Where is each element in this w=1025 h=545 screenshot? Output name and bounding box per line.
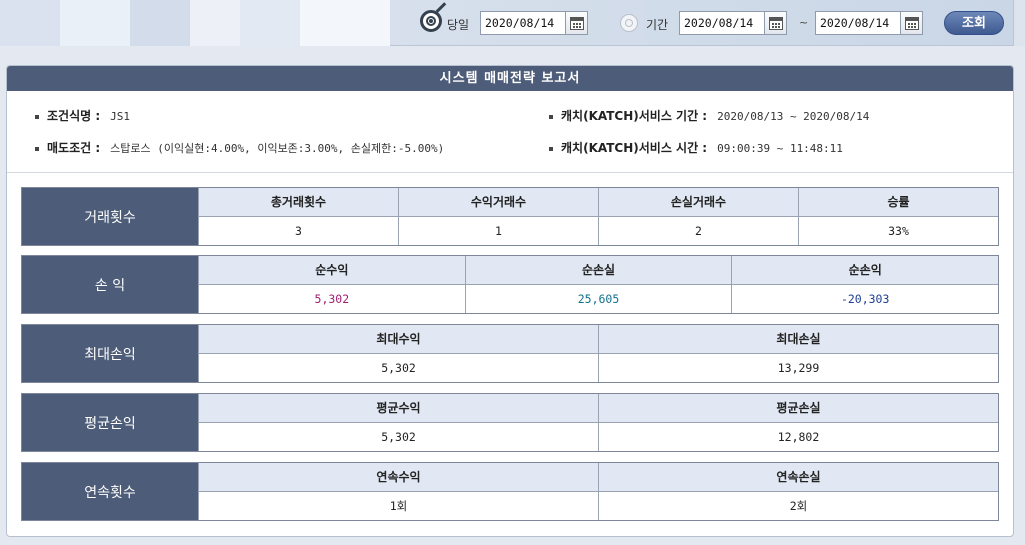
table-cell: 5,302 bbox=[198, 285, 465, 313]
table-cell: 1회 bbox=[198, 492, 598, 520]
column-header: 평균손실 bbox=[598, 394, 998, 422]
column-header: 연속손실 bbox=[598, 463, 998, 491]
max-pnl-table: 최대손익 최대수익 최대손실 5,302 13,299 bbox=[21, 324, 999, 383]
background-tile bbox=[60, 0, 130, 46]
background-tile bbox=[240, 0, 300, 46]
period-separator: ~ bbox=[799, 16, 809, 29]
period-start-calendar-button[interactable] bbox=[764, 11, 787, 35]
background-tile bbox=[190, 0, 240, 46]
service-time-row: 캐치(KATCH)서비스 시간 : 09:00:39 ~ 11:48:11 bbox=[549, 139, 843, 156]
background-tile bbox=[130, 0, 190, 46]
service-time-value: 09:00:39 ~ 11:48:11 bbox=[717, 142, 843, 155]
column-header: 수익거래수 bbox=[398, 188, 598, 216]
column-header: 총거래횟수 bbox=[198, 188, 398, 216]
column-header: 순수익 bbox=[198, 256, 465, 284]
pnl-table: 손 익 순수익 순손실 순손익 5,302 25,605 -20,303 bbox=[21, 255, 999, 314]
table-cell: 5,302 bbox=[198, 354, 598, 382]
pnl-header: 손 익 bbox=[22, 256, 198, 313]
condition-name-key: 조건식명 : bbox=[47, 109, 101, 123]
service-time-key: 캐치(KATCH)서비스 시간 : bbox=[561, 141, 708, 155]
table-cell: 12,802 bbox=[598, 423, 998, 451]
column-header: 연속수익 bbox=[198, 463, 598, 491]
service-period-key: 캐치(KATCH)서비스 기간 : bbox=[561, 109, 708, 123]
report-title: 시스템 매매전략 보고서 bbox=[7, 66, 1013, 91]
calendar-icon bbox=[570, 17, 584, 30]
condition-name-value: JS1 bbox=[110, 110, 131, 123]
period-label[interactable]: 기간 bbox=[646, 16, 668, 33]
table-cell: 3 bbox=[198, 217, 398, 245]
table-cell: 25,605 bbox=[464, 285, 732, 313]
table-cell: 5,302 bbox=[198, 423, 598, 451]
trade-count-table: 거래횟수 총거래횟수 수익거래수 손실거래수 승률 3 1 2 33% bbox=[21, 187, 999, 246]
search-button[interactable]: 조회 bbox=[944, 11, 1004, 35]
column-header: 승률 bbox=[798, 188, 998, 216]
bullet-icon bbox=[35, 146, 39, 151]
period-end-input[interactable]: 2020/08/14 bbox=[815, 11, 902, 35]
avg-pnl-table: 평균손익 평균수익 평균손실 5,302 12,802 bbox=[21, 393, 999, 452]
background-tile bbox=[300, 0, 390, 46]
period-start-input[interactable]: 2020/08/14 bbox=[679, 11, 766, 35]
report-info: 조건식명 : JS1 매도조건 : 스탑로스 (이익실현:4.00%, 이익보존:3… bbox=[7, 91, 1013, 173]
sell-condition-row: 매도조건 : 스탑로스 (이익실현:4.00%, 이익보존:3.00%, 손실제한… bbox=[35, 139, 444, 156]
column-header: 손실거래수 bbox=[598, 188, 798, 216]
avg-pnl-header: 평균손익 bbox=[22, 394, 198, 451]
table-cell: 1 bbox=[398, 217, 598, 245]
today-calendar-button[interactable] bbox=[565, 11, 588, 35]
target-radio-icon[interactable] bbox=[620, 14, 638, 32]
period-end-calendar-button[interactable] bbox=[900, 11, 923, 35]
column-header: 순손익 bbox=[731, 256, 998, 284]
target-arrow-icon[interactable] bbox=[420, 10, 442, 32]
arrow-icon bbox=[435, 2, 447, 13]
sell-condition-value: 스탑로스 (이익실현:4.00%, 이익보존:3.00%, 손실제한:-5.00… bbox=[110, 142, 445, 155]
column-header: 최대손실 bbox=[598, 325, 998, 353]
service-period-value: 2020/08/13 ~ 2020/08/14 bbox=[717, 110, 870, 123]
table-cell: 33% bbox=[798, 217, 998, 245]
today-label[interactable]: 당일 bbox=[447, 16, 469, 33]
bullet-icon bbox=[35, 114, 39, 119]
table-cell: 13,299 bbox=[598, 354, 998, 382]
table-cell: 2 bbox=[598, 217, 798, 245]
table-cell: 2회 bbox=[598, 492, 998, 520]
today-date-input[interactable]: 2020/08/14 bbox=[480, 11, 567, 35]
column-header: 평균수익 bbox=[198, 394, 598, 422]
bullet-icon bbox=[549, 114, 553, 119]
background-tile bbox=[0, 0, 60, 46]
sell-condition-key: 매도조건 : bbox=[47, 141, 101, 155]
bullet-icon bbox=[549, 146, 553, 151]
condition-name-row: 조건식명 : JS1 bbox=[35, 107, 130, 124]
max-pnl-header: 최대손익 bbox=[22, 325, 198, 382]
top-toolbar: 당일 2020/08/14 기간 2020/08/14 ~ 2020/08/14… bbox=[0, 0, 1025, 46]
column-header: 최대수익 bbox=[198, 325, 598, 353]
streak-header: 연속횟수 bbox=[22, 463, 198, 520]
calendar-icon bbox=[769, 17, 783, 30]
column-header: 순손실 bbox=[464, 256, 732, 284]
scrollbar[interactable] bbox=[1013, 0, 1025, 46]
trade-count-header: 거래횟수 bbox=[22, 188, 198, 245]
service-period-row: 캐치(KATCH)서비스 기간 : 2020/08/13 ~ 2020/08/14 bbox=[549, 107, 869, 124]
table-cell: -20,303 bbox=[731, 285, 998, 313]
calendar-icon bbox=[905, 17, 919, 30]
streak-table: 연속횟수 연속수익 연속손실 1회 2회 bbox=[21, 462, 999, 521]
report-panel: 시스템 매매전략 보고서 조건식명 : JS1 매도조건 : 스탑로스 (이익실현:… bbox=[6, 65, 1014, 537]
